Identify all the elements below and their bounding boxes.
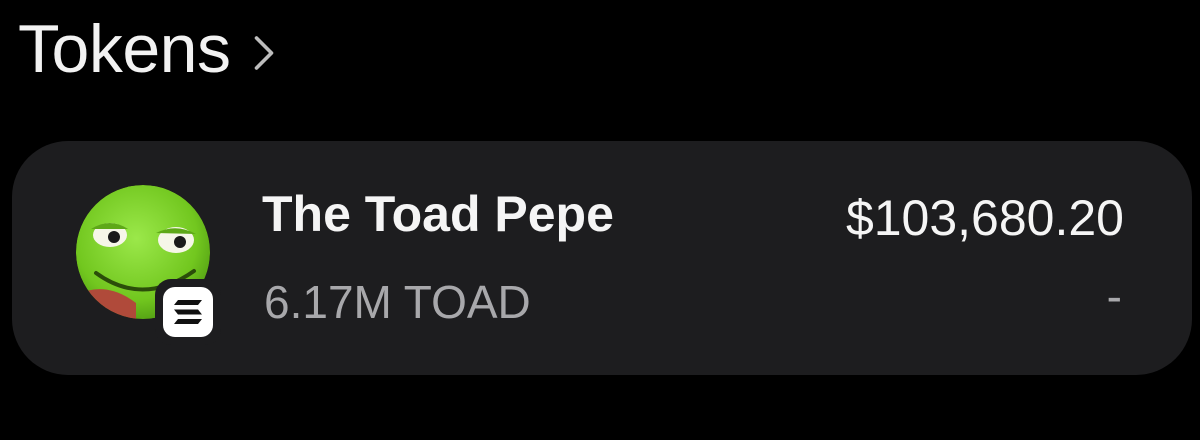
chevron-right-icon — [255, 36, 274, 70]
chain-badge — [155, 279, 221, 345]
token-row[interactable]: The Toad Pepe 6.17M TOAD $103,680.20 - — [12, 141, 1192, 375]
token-change: - — [1106, 270, 1122, 322]
tokens-header-link[interactable]: Tokens — [18, 4, 282, 94]
token-amount: 6.17M TOAD — [264, 276, 531, 328]
section-title: Tokens — [18, 11, 231, 87]
token-value: $103,680.20 — [845, 190, 1124, 246]
token-name: The Toad Pepe — [262, 186, 614, 242]
solana-icon — [174, 300, 202, 324]
